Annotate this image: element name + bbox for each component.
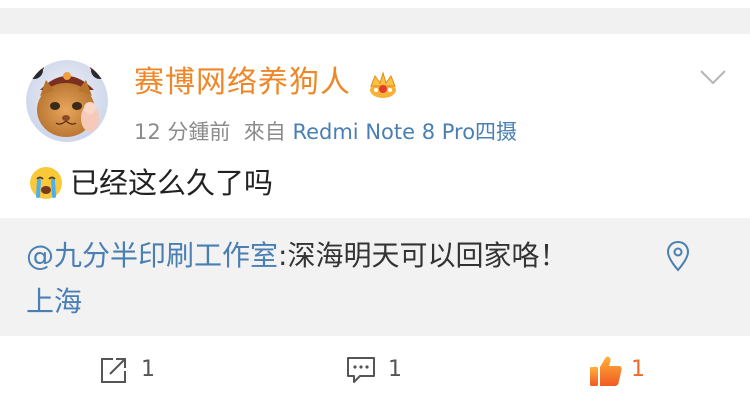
weibo-post-card: 赛博网络养狗人 12 分鍾前 來自 Redmi Note 8 Pro四摄 已经这… (0, 0, 750, 401)
post-device[interactable]: Redmi Note 8 Pro四摄 (292, 120, 517, 144)
thumbs-up-icon (590, 356, 622, 386)
like-count: 1 (631, 357, 645, 382)
repost-button[interactable]: 1 (99, 353, 169, 387)
repost-count: 1 (141, 357, 155, 382)
chevron-down-icon[interactable] (699, 68, 727, 86)
comment-button[interactable]: 1 (346, 353, 416, 387)
top-separator-edge (0, 0, 750, 8)
top-separator (0, 0, 750, 34)
crying-face-icon (30, 167, 62, 199)
like-button[interactable]: 1 (589, 353, 659, 387)
avatar-image (26, 60, 108, 142)
crown-badge-icon[interactable] (367, 68, 399, 100)
location-pin-icon (666, 240, 690, 272)
post-time: 12 分鍾前 (134, 120, 231, 144)
avatar[interactable] (26, 60, 108, 142)
comment-icon (347, 357, 375, 383)
post-text: 已经这么久了吗 (70, 166, 274, 200)
share-icon (101, 358, 126, 383)
quoted-text: 深海明天可以回家咯！ (287, 239, 568, 272)
post-source-prefix: 來自 (243, 120, 286, 144)
quoted-post-line: @九分半印刷工作室:深海明天可以回家咯！ (26, 236, 567, 276)
quoted-location[interactable]: 上海 (26, 282, 82, 322)
quoted-post[interactable]: @九分半印刷工作室:深海明天可以回家咯！ 上海 (0, 218, 750, 336)
post-meta: 12 分鍾前 來自 Redmi Note 8 Pro四摄 (134, 117, 517, 147)
username[interactable]: 赛博网络养狗人 (134, 63, 351, 103)
quoted-mention[interactable]: @九分半印刷工作室 (26, 239, 278, 272)
comment-count: 1 (388, 357, 402, 382)
